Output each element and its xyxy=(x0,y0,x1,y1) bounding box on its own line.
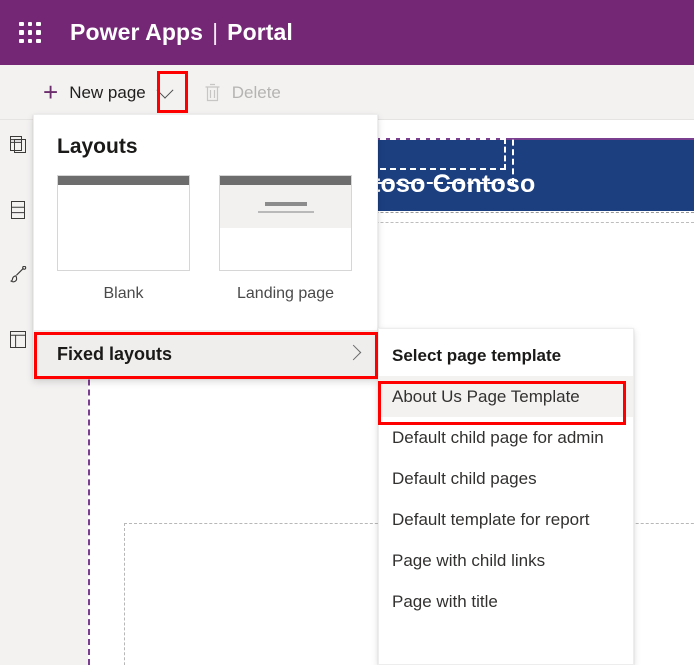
delete-label: Delete xyxy=(231,82,281,102)
chevron-right-icon xyxy=(345,344,362,361)
fixed-layouts-menu-item[interactable]: Fixed layouts xyxy=(34,330,379,378)
command-bar: + New page Delete xyxy=(0,65,694,120)
landing-page-thumb xyxy=(219,175,352,271)
app-name[interactable]: Power Apps xyxy=(70,19,203,46)
app-root: Power Apps | Portal + New page Delete to… xyxy=(0,0,694,665)
template-item-label: Default template for report xyxy=(392,509,590,529)
logo-inner-outline xyxy=(370,138,506,170)
template-item-label: Default child pages xyxy=(392,468,537,488)
template-item-default-template-for-report[interactable]: Default template for report xyxy=(379,499,633,540)
delete-button[interactable]: Delete xyxy=(204,65,281,120)
command-bar-items: + New page Delete xyxy=(33,65,281,120)
blank-thumb xyxy=(57,175,190,271)
template-item-label: Default child page for admin xyxy=(392,427,604,447)
rail-item-theme[interactable] xyxy=(0,250,36,299)
template-item-page-with-child-links[interactable]: Page with child links xyxy=(379,540,633,581)
top-app-bar: Power Apps | Portal xyxy=(0,0,694,65)
fixed-layouts-label: Fixed layouts xyxy=(57,343,173,364)
template-item-default-child-pages[interactable]: Default child pages xyxy=(379,458,633,499)
new-page-button[interactable]: + New page xyxy=(33,65,150,120)
template-item-about-us[interactable]: About Us Page Template xyxy=(379,376,633,417)
template-item-page-with-title[interactable]: Page with title xyxy=(379,581,633,622)
submenu-title: Select page template xyxy=(392,346,562,365)
layouts-flyout-panel: Layouts Blank Landing page Fixed layouts xyxy=(33,114,379,379)
brand-separator: | xyxy=(212,19,219,45)
rail-item-pages[interactable] xyxy=(0,120,36,169)
template-item-label: Page with title xyxy=(392,591,498,611)
layout-tile-blank[interactable]: Blank xyxy=(57,175,190,303)
brush-icon xyxy=(9,265,27,284)
layout-tile-blank-label: Blank xyxy=(103,285,144,302)
rail-item-components[interactable] xyxy=(0,185,36,234)
new-page-dropdown-button[interactable] xyxy=(150,74,180,112)
table-layout-icon xyxy=(10,331,26,348)
app-section-name[interactable]: Portal xyxy=(227,19,293,46)
layout-tile-landing-page[interactable]: Landing page xyxy=(219,175,352,303)
template-item-label: About Us Page Template xyxy=(392,386,580,406)
template-item-label: Page with child links xyxy=(392,550,546,570)
components-icon xyxy=(11,200,25,219)
brand: Power Apps | Portal xyxy=(70,19,293,46)
left-rail xyxy=(0,120,36,665)
plus-icon: + xyxy=(43,76,59,107)
trash-icon xyxy=(204,83,221,102)
layouts-panel-title: Layouts xyxy=(57,135,138,158)
rail-item-layout[interactable] xyxy=(0,315,36,364)
chevron-down-icon xyxy=(156,81,174,99)
layout-tiles: Blank Landing page xyxy=(57,175,352,303)
template-item-default-child-page-for-admin[interactable]: Default child page for admin xyxy=(379,417,633,458)
app-launcher-icon[interactable] xyxy=(14,17,46,49)
page-template-submenu: Select page template About Us Page Templ… xyxy=(378,328,634,665)
new-page-label: New page xyxy=(69,82,146,102)
layout-tile-landing-page-label: Landing page xyxy=(237,285,334,302)
site-title-text: toso Contoso xyxy=(372,170,536,198)
pages-icon xyxy=(9,136,27,153)
